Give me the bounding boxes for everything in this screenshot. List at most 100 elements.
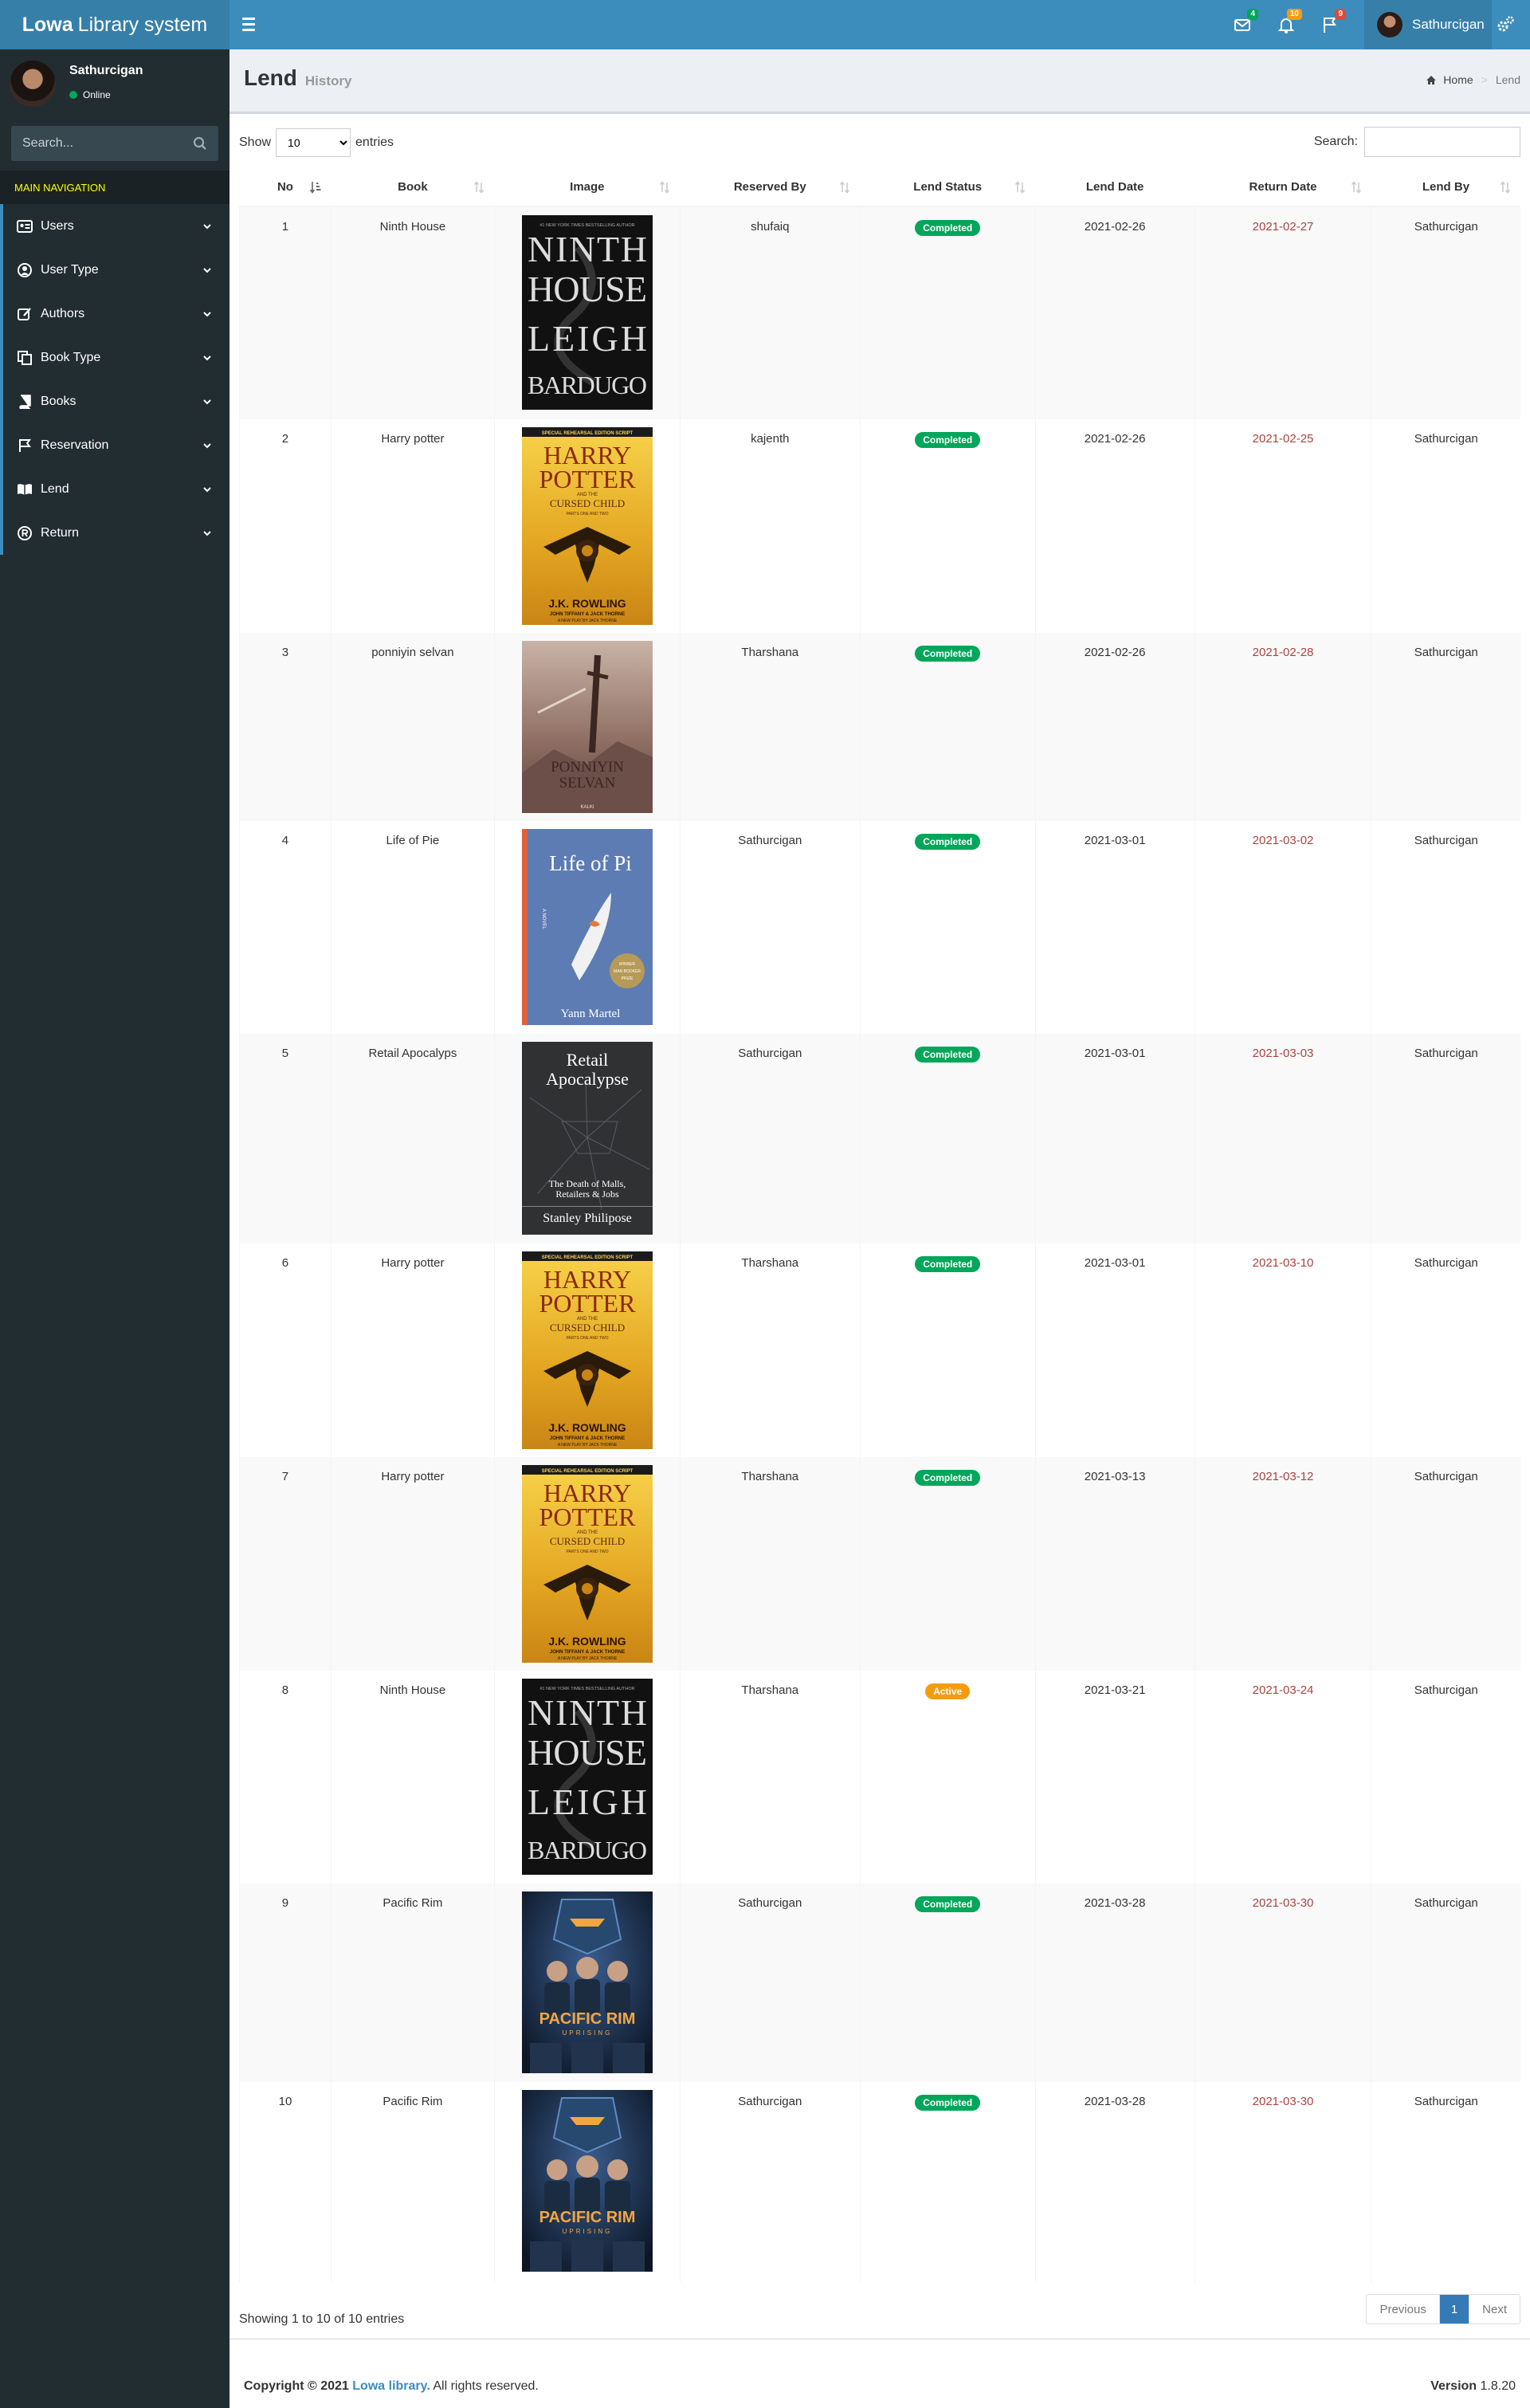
sidebar-item-return[interactable]: Return — [3, 511, 230, 555]
book-cover-image: SPECIAL REHEARSAL EDITION SCRIPT HARRY P… — [521, 427, 653, 628]
svg-text:SPECIAL REHEARSAL EDITION SCRI: SPECIAL REHEARSAL EDITION SCRIPT — [542, 431, 634, 436]
book-cover-image: #1 NEW YORK TIMES BESTSELLING AUTHOR NIN… — [521, 215, 653, 413]
user-menu[interactable]: Sathurcigan — [1364, 0, 1492, 49]
chevron-down-icon — [203, 531, 211, 536]
sidebar-user-name: Sathurcigan — [69, 64, 143, 77]
book-cover-image: SPECIAL REHEARSAL EDITION SCRIPT HARRY P… — [521, 1251, 653, 1452]
flag-icon[interactable]: 9 — [1319, 9, 1346, 36]
sidebar-item-users[interactable]: Users — [3, 204, 230, 248]
sidebar-item-user-type[interactable]: User Type — [3, 248, 230, 292]
sort-ascending-icon — [310, 182, 321, 194]
sort-both-icon — [660, 181, 670, 194]
table-info: Showing 1 to 10 of 10 entries — [239, 2312, 405, 2326]
svg-text:PACIFIC RIM: PACIFIC RIM — [539, 2010, 635, 2028]
nav-header: MAIN NAVIGATION — [0, 171, 230, 204]
chevron-down-icon — [203, 356, 211, 361]
chevron-down-icon — [203, 443, 211, 449]
svg-text:CURSED CHILD: CURSED CHILD — [550, 1535, 625, 1547]
svg-text:Life of Pi: Life of Pi — [549, 851, 631, 875]
book-cover-image: PACIFIC RIM UPRISING — [521, 1891, 653, 2076]
sidebar-item-lend[interactable]: Lend — [3, 467, 230, 511]
column-header-lend-by[interactable]: Lend By — [1371, 168, 1520, 207]
breadcrumb-current: Lend — [1495, 73, 1520, 86]
entries-select[interactable]: 10 — [276, 128, 351, 157]
cell-image: #1 NEW YORK TIMES BESTSELLING AUTHOR NIN… — [493, 206, 681, 419]
column-header-reserved-by[interactable]: Reserved By — [680, 168, 861, 207]
column-header-lend-date[interactable]: Lend Date — [1035, 168, 1195, 207]
sidebar-item-label: Return — [41, 525, 80, 540]
column-header-return-date[interactable]: Return Date — [1195, 168, 1371, 207]
search-icon[interactable] — [193, 136, 207, 151]
cell-reserved-by: Tharshana — [679, 633, 861, 821]
svg-text:PRIZE: PRIZE — [621, 976, 633, 981]
table-row: 5 Retail Apocalyps Retail Apocalypse The … — [239, 1034, 1520, 1243]
open-book-icon — [17, 481, 33, 497]
cell-image: SPECIAL REHEARSAL EDITION SCRIPT HARRY P… — [493, 1457, 681, 1671]
svg-text:BARDUGO: BARDUGO — [528, 1836, 647, 1864]
envelope-icon[interactable]: 4 — [1231, 9, 1258, 36]
column-label: Reserved By — [733, 180, 806, 194]
search-label: Search: — [1313, 135, 1358, 148]
sort-both-icon — [1351, 181, 1362, 194]
cell-book: Harry potter — [330, 419, 495, 633]
cell-book: Retail Apocalyps — [330, 1034, 495, 1243]
edit-icon — [17, 306, 33, 322]
cell-return-date: 2021-03-10 — [1194, 1243, 1371, 1457]
bell-icon[interactable]: 10 — [1275, 9, 1302, 36]
column-label: Lend Status — [913, 180, 983, 194]
book-cover-image: Retail Apocalypse The Death of Malls, Re… — [521, 1042, 653, 1238]
avatar — [1377, 12, 1402, 37]
registered-icon — [17, 525, 33, 541]
status-badge: Completed — [915, 1470, 981, 1486]
cell-reserved-by: Sathurcigan — [679, 821, 861, 1034]
copyright-suffix: All rights reserved. — [433, 2379, 539, 2393]
breadcrumb-home[interactable]: Home — [1443, 73, 1473, 86]
table-row: 7 Harry potter SPECIAL REHEARSAL EDITION … — [239, 1457, 1520, 1671]
messages-badge: 4 — [1247, 9, 1258, 20]
cell-lend-by: Sathurcigan — [1371, 1457, 1520, 1671]
status-badge: Completed — [915, 2095, 981, 2111]
cell-return-date: 2021-03-30 — [1194, 1884, 1371, 2082]
cell-no: 7 — [239, 1457, 332, 1671]
footer-link[interactable]: Lowa library. — [352, 2379, 430, 2393]
column-header-no[interactable]: No — [239, 168, 332, 207]
svg-text:LEIGH: LEIGH — [528, 1781, 647, 1822]
table-search-input[interactable] — [1364, 127, 1520, 157]
table-row: 2 Harry potter SPECIAL REHEARSAL EDITION … — [239, 419, 1520, 633]
cell-lend-by: Sathurcigan — [1371, 821, 1520, 1034]
cell-lend-status: Completed — [859, 1884, 1036, 2082]
sidebar-item-authors[interactable]: Authors — [3, 292, 230, 336]
cell-lend-date: 2021-03-21 — [1034, 1671, 1195, 1884]
book-cover-image: #1 NEW YORK TIMES BESTSELLING AUTHOR NIN… — [521, 1679, 653, 1878]
previous-page-button[interactable]: Previous — [1367, 2295, 1438, 2324]
sidebar-item-label: Reservation — [41, 438, 109, 452]
svg-text:UPRISING: UPRISING — [563, 2228, 613, 2235]
sidebar-item-reservation[interactable]: Reservation — [3, 423, 230, 467]
sidebar-toggle-icon[interactable] — [242, 14, 261, 35]
cell-reserved-by: Sathurcigan — [679, 1034, 861, 1243]
gears-icon[interactable] — [1495, 14, 1516, 35]
column-header-image[interactable]: Image — [494, 168, 681, 207]
status-badge: Completed — [915, 1256, 981, 1272]
cell-return-date: 2021-03-24 — [1194, 1671, 1371, 1884]
show-label: Show — [239, 136, 272, 149]
svg-text:BARDUGO: BARDUGO — [528, 371, 647, 399]
cell-lend-date: 2021-02-26 — [1034, 419, 1195, 633]
cell-lend-status: Completed — [859, 1243, 1036, 1457]
app-logo[interactable]: Lowa Library system — [0, 0, 230, 49]
cell-lend-date: 2021-03-28 — [1034, 1884, 1195, 2082]
page-1-button[interactable]: 1 — [1438, 2295, 1469, 2324]
cell-no: 10 — [239, 2082, 332, 2282]
cell-image: SPECIAL REHEARSAL EDITION SCRIPT HARRY P… — [493, 419, 681, 633]
column-header-lend-status[interactable]: Lend Status — [860, 168, 1036, 207]
sidebar-item-books[interactable]: Books — [3, 379, 230, 423]
next-page-button[interactable]: Next — [1469, 2295, 1520, 2324]
sidebar-item-book-type[interactable]: Book Type — [3, 336, 230, 379]
sidebar-search-input[interactable] — [11, 126, 171, 161]
cell-return-date: 2021-02-25 — [1194, 419, 1371, 633]
cell-book: Harry potter — [330, 1457, 495, 1671]
version-number: 1.8.20 — [1480, 2379, 1516, 2393]
svg-text:POTTER: POTTER — [539, 465, 636, 493]
cell-image: #1 NEW YORK TIMES BESTSELLING AUTHOR NIN… — [493, 1671, 681, 1884]
column-header-book[interactable]: Book — [331, 168, 495, 207]
